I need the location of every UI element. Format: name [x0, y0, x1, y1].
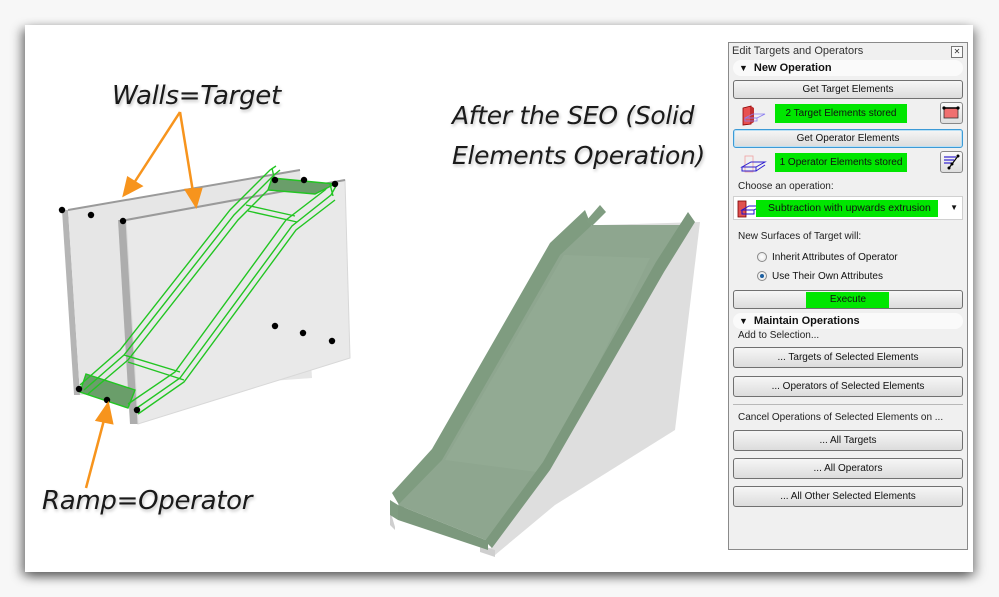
after-seo-caption: After the SEO (Solid Elements Operation) — [452, 96, 712, 176]
walls-target-caption: Walls=Target — [112, 81, 281, 111]
panel-title-bar: Edit Targets and Operators ✕ — [729, 43, 967, 60]
close-icon[interactable]: ✕ — [951, 46, 963, 58]
target-highlight-icon — [942, 106, 960, 119]
get-target-elements-button[interactable]: Get Target Elements — [733, 80, 963, 99]
operation-selected-value: Subtraction with upwards extrusion — [756, 200, 938, 217]
ramp-operator-caption: Ramp=Operator — [42, 486, 253, 516]
show-targets-button[interactable] — [940, 102, 963, 124]
radio-button-unselected[interactable] — [757, 252, 767, 262]
triangle-down-icon: ▼ — [739, 316, 748, 326]
radio-inherit-label: Inherit Attributes of Operator — [772, 252, 898, 263]
radio-inherit-attributes[interactable]: Inherit Attributes of Operator — [729, 248, 967, 267]
divider — [733, 404, 963, 405]
operator-elements-stored-status: 1 Operator Elements stored — [775, 153, 907, 172]
dropdown-arrow-icon[interactable]: ▼ — [950, 203, 958, 212]
arrow-to-front-wall — [178, 111, 195, 193]
cancel-operations-label: Cancel Operations of Selected Elements o… — [738, 412, 944, 423]
add-to-selection-label: Add to Selection... — [738, 330, 820, 341]
arrow-to-back-wall — [132, 111, 182, 184]
operator-status-row: 1 Operator Elements stored — [729, 148, 967, 178]
after-seo-caption-line2: Elements Operation) — [452, 141, 705, 170]
target-elements-stored-status: 2 Target Elements stored — [775, 104, 907, 123]
add-targets-of-selected-button[interactable]: ... Targets of Selected Elements — [733, 347, 963, 368]
cancel-all-targets-button[interactable]: ... All Targets — [733, 430, 963, 451]
operator-element-icon — [740, 155, 767, 173]
radio-button-selected[interactable] — [757, 271, 767, 281]
operation-dropdown[interactable]: Subtraction with upwards extrusion ▼ — [733, 196, 963, 220]
edit-targets-operators-panel: Edit Targets and Operators ✕ ▼ New Operat… — [728, 42, 968, 550]
new-operation-heading: New Operation — [753, 62, 832, 74]
panel-title: Edit Targets and Operators — [732, 45, 864, 57]
maintain-operations-heading: Maintain Operations — [753, 315, 860, 327]
front-wall-face — [125, 179, 351, 425]
target-element-icon — [742, 105, 766, 126]
seo-result-model — [390, 205, 700, 557]
get-operator-elements-button[interactable]: Get Operator Elements — [733, 129, 963, 148]
new-operation-section-toggle[interactable]: ▼ New Operation — [733, 60, 963, 76]
cancel-all-other-selected-button[interactable]: ... All Other Selected Elements — [733, 486, 963, 507]
show-operators-button[interactable] — [940, 151, 963, 173]
cancel-all-operators-button[interactable]: ... All Operators — [733, 458, 963, 479]
execute-button[interactable]: Execute — [733, 290, 963, 309]
radio-use-own-attributes[interactable]: Use Their Own Attributes — [729, 267, 967, 286]
radio-own-label: Use Their Own Attributes — [772, 271, 883, 282]
triangle-down-icon: ▼ — [739, 63, 748, 73]
maintain-operations-section-toggle[interactable]: ▼ Maintain Operations — [733, 313, 963, 329]
operator-highlight-icon — [944, 154, 960, 170]
after-seo-caption-line1: After the SEO (Solid — [452, 101, 695, 130]
execute-label: Execute — [829, 294, 867, 305]
target-status-row: 2 Target Elements stored — [729, 99, 967, 129]
arrow-to-ramp — [84, 419, 106, 489]
add-operators-of-selected-button[interactable]: ... Operators of Selected Elements — [733, 376, 963, 397]
new-surfaces-label: New Surfaces of Target will: — [738, 231, 862, 242]
choose-operation-label: Choose an operation: — [738, 181, 834, 192]
